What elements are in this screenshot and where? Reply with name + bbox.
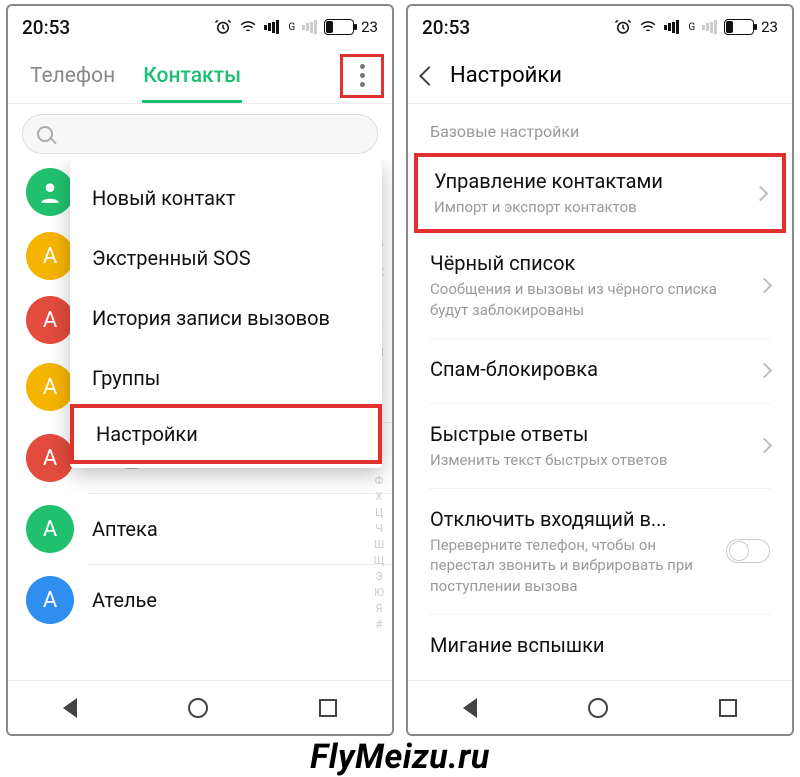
alarm-icon: [614, 18, 632, 36]
contact-name: Аптека: [92, 517, 158, 541]
wifi-icon: [639, 18, 657, 36]
battery-icon: [724, 19, 754, 35]
setting-subtitle: Переверните телефон, чтобы он перестал з…: [430, 535, 696, 596]
menu-settings[interactable]: Настройки: [70, 404, 382, 464]
kebab-icon: [360, 64, 365, 87]
setting-spam-block[interactable]: Спам-блокировка: [408, 343, 792, 399]
status-icons: G 23: [614, 18, 778, 36]
contact-avatar: А: [26, 363, 74, 411]
setting-title: Отключить входящий в...: [430, 507, 696, 531]
menu-emergency-sos[interactable]: Экстренный SOS: [70, 228, 382, 288]
right-phone-settings: 20:53 G 23 Настройки: [406, 4, 794, 736]
setting-title: Спам-блокировка: [430, 357, 729, 381]
menu-new-contact[interactable]: Новый контакт: [70, 168, 382, 228]
section-label: Базовые настройки: [408, 104, 792, 149]
system-navbar: [8, 680, 392, 734]
page-title: Настройки: [450, 63, 562, 88]
contact-avatar: A: [26, 232, 74, 280]
contact-avatar: А: [26, 434, 74, 482]
back-icon[interactable]: [419, 66, 439, 86]
status-icons: G 23: [214, 18, 378, 36]
nav-home-icon[interactable]: [588, 698, 608, 718]
overflow-menu-button[interactable]: [340, 54, 384, 98]
setting-subtitle: Изменить текст быстрых ответов: [430, 450, 729, 470]
setting-title: Быстрые ответы: [430, 422, 729, 446]
overflow-menu: Новый контакт Экстренный SOS История зап…: [70, 160, 382, 468]
watermark: FlyMeizu.ru: [0, 737, 800, 777]
left-phone-contacts: 20:53 G 23 Телефон Кон: [6, 4, 394, 736]
setting-flash-blink[interactable]: Мигание вспышки: [408, 619, 792, 675]
status-time: 20:53: [422, 16, 470, 39]
chevron-right-icon: [757, 363, 773, 379]
nav-back-icon[interactable]: [63, 698, 77, 718]
nav-recent-icon[interactable]: [719, 699, 737, 717]
toggle-switch[interactable]: [726, 539, 770, 563]
setting-subtitle: Импорт и экспорт контактов: [434, 197, 725, 217]
search-icon: [37, 126, 53, 142]
search-input[interactable]: [22, 114, 378, 154]
signal-2-icon: [302, 20, 317, 34]
nav-recent-icon[interactable]: [319, 699, 337, 717]
alarm-icon: [214, 18, 232, 36]
status-bar: 20:53 G 23: [8, 6, 392, 48]
contact-name: Ателье: [92, 588, 157, 612]
contact-avatar: [26, 168, 74, 216]
search-row: [8, 104, 392, 160]
wifi-icon: [239, 18, 257, 36]
contacts-list[interactable]: A А А Андрей1 А АО1 А Аптека А Ателье: [8, 160, 392, 680]
tab-contacts[interactable]: Контакты: [129, 48, 255, 103]
status-bar: 20:53 G 23: [408, 6, 792, 48]
setting-quick-replies[interactable]: Быстрые ответы Изменить текст быстрых от…: [408, 408, 792, 484]
menu-groups[interactable]: Группы: [70, 348, 382, 408]
menu-call-history[interactable]: История записи вызовов: [70, 288, 382, 348]
chevron-right-icon: [757, 438, 773, 454]
setting-flip-to-mute[interactable]: Отключить входящий в... Переверните теле…: [408, 493, 792, 610]
contact-avatar: А: [26, 505, 74, 553]
chevron-right-icon: [753, 185, 769, 201]
signal-1-icon: [664, 20, 679, 34]
settings-header: Настройки: [408, 48, 792, 104]
status-time: 20:53: [22, 16, 70, 39]
tab-phone[interactable]: Телефон: [16, 48, 129, 103]
tabs-header: Телефон Контакты: [8, 48, 392, 104]
nav-back-icon[interactable]: [463, 698, 477, 718]
contact-avatar: А: [26, 296, 74, 344]
system-navbar: [408, 680, 792, 734]
battery-icon: [324, 19, 354, 35]
battery-number: 23: [761, 18, 778, 36]
setting-subtitle: Сообщения и вызовы из чёрного списка буд…: [430, 279, 729, 320]
network-type: G: [688, 22, 695, 33]
setting-blacklist[interactable]: Чёрный список Сообщения и вызовы из чёрн…: [408, 237, 792, 334]
setting-title: Чёрный список: [430, 251, 729, 275]
signal-1-icon: [264, 20, 279, 34]
chevron-right-icon: [757, 278, 773, 294]
network-type: G: [288, 22, 295, 33]
setting-title: Управление контактами: [434, 169, 725, 193]
nav-home-icon[interactable]: [188, 698, 208, 718]
setting-title: Мигание вспышки: [430, 633, 740, 657]
signal-2-icon: [702, 20, 717, 34]
setting-manage-contacts[interactable]: Управление контактами Импорт и экспорт к…: [414, 153, 786, 233]
battery-number: 23: [361, 18, 378, 36]
contact-avatar: А: [26, 576, 74, 624]
